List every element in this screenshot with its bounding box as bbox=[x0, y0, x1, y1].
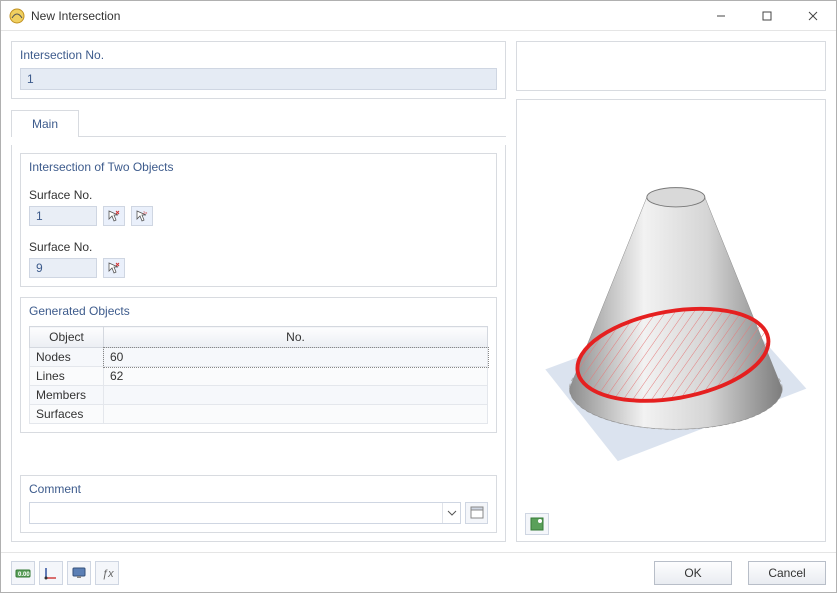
cell-object: Nodes bbox=[30, 348, 104, 367]
table-row: Members bbox=[30, 386, 488, 405]
generated-objects-title: Generated Objects bbox=[21, 298, 496, 320]
cell-no[interactable]: 62 bbox=[104, 367, 488, 386]
comment-library-button[interactable] bbox=[465, 502, 488, 524]
surface1-pick-multi-button[interactable]: 2x bbox=[131, 206, 153, 226]
preview-panel bbox=[516, 99, 826, 542]
svg-text:ƒx: ƒx bbox=[102, 568, 114, 580]
close-button[interactable] bbox=[790, 1, 836, 31]
svg-text:2x: 2x bbox=[143, 210, 147, 215]
intersection-no-title: Intersection No. bbox=[12, 42, 505, 64]
col-no-header: No. bbox=[104, 327, 488, 348]
preview-graphic bbox=[526, 106, 816, 536]
surface1-label: Surface No. bbox=[29, 188, 488, 202]
function-button[interactable]: ƒx bbox=[95, 561, 119, 585]
coordinate-button[interactable] bbox=[39, 561, 63, 585]
cell-no[interactable] bbox=[104, 405, 488, 424]
generated-objects-table: Object No. Nodes 60 Lines bbox=[29, 326, 488, 424]
surface1-input[interactable] bbox=[29, 206, 97, 226]
right-column bbox=[516, 41, 826, 542]
maximize-button[interactable] bbox=[744, 1, 790, 31]
cancel-button[interactable]: Cancel bbox=[748, 561, 826, 585]
cell-object: Lines bbox=[30, 367, 104, 386]
generated-objects-group: Generated Objects Object No. bbox=[20, 297, 497, 433]
intersection-no-group: Intersection No. bbox=[11, 41, 506, 99]
table-row: Surfaces bbox=[30, 405, 488, 424]
comment-input[interactable] bbox=[30, 503, 442, 523]
units-button[interactable]: 0.00 bbox=[11, 561, 35, 585]
surface1-pick-button[interactable] bbox=[103, 206, 125, 226]
tab-main-content: Intersection of Two Objects Surface No. … bbox=[11, 145, 506, 542]
cell-no[interactable] bbox=[104, 386, 488, 405]
col-object-header: Object bbox=[30, 327, 104, 348]
left-column: Intersection No. Main Intersection of Tw… bbox=[11, 41, 506, 542]
window-title: New Intersection bbox=[31, 9, 120, 23]
dialog-window: New Intersection Intersection No. Main bbox=[0, 0, 837, 593]
info-box bbox=[516, 41, 826, 91]
table-row: Nodes 60 bbox=[30, 348, 488, 367]
intersection-objects-title: Intersection of Two Objects bbox=[21, 154, 496, 176]
comment-combo[interactable] bbox=[29, 502, 461, 524]
minimize-button[interactable] bbox=[698, 1, 744, 31]
titlebar: New Intersection bbox=[1, 1, 836, 31]
surface2-label: Surface No. bbox=[29, 240, 488, 254]
intersection-objects-group: Intersection of Two Objects Surface No. … bbox=[20, 153, 497, 287]
cell-object: Surfaces bbox=[30, 405, 104, 424]
cell-object: Members bbox=[30, 386, 104, 405]
ok-button[interactable]: OK bbox=[654, 561, 732, 585]
tab-bar: Main bbox=[11, 109, 506, 137]
preview-settings-button[interactable] bbox=[525, 513, 549, 535]
intersection-no-input[interactable] bbox=[20, 68, 497, 90]
chevron-down-icon[interactable] bbox=[442, 503, 460, 523]
surface2-pick-button[interactable] bbox=[103, 258, 125, 278]
footer: 0.00 ƒx OK Cancel bbox=[1, 552, 836, 592]
dialog-body: Intersection No. Main Intersection of Tw… bbox=[1, 31, 836, 552]
app-icon bbox=[9, 8, 25, 24]
tab-main[interactable]: Main bbox=[11, 110, 79, 137]
comment-group: Comment bbox=[20, 475, 497, 533]
display-button[interactable] bbox=[67, 561, 91, 585]
surface2-input[interactable] bbox=[29, 258, 97, 278]
svg-text:0.00: 0.00 bbox=[18, 572, 30, 578]
cell-no[interactable]: 60 bbox=[104, 348, 488, 367]
table-row: Lines 62 bbox=[30, 367, 488, 386]
comment-title: Comment bbox=[21, 476, 496, 498]
